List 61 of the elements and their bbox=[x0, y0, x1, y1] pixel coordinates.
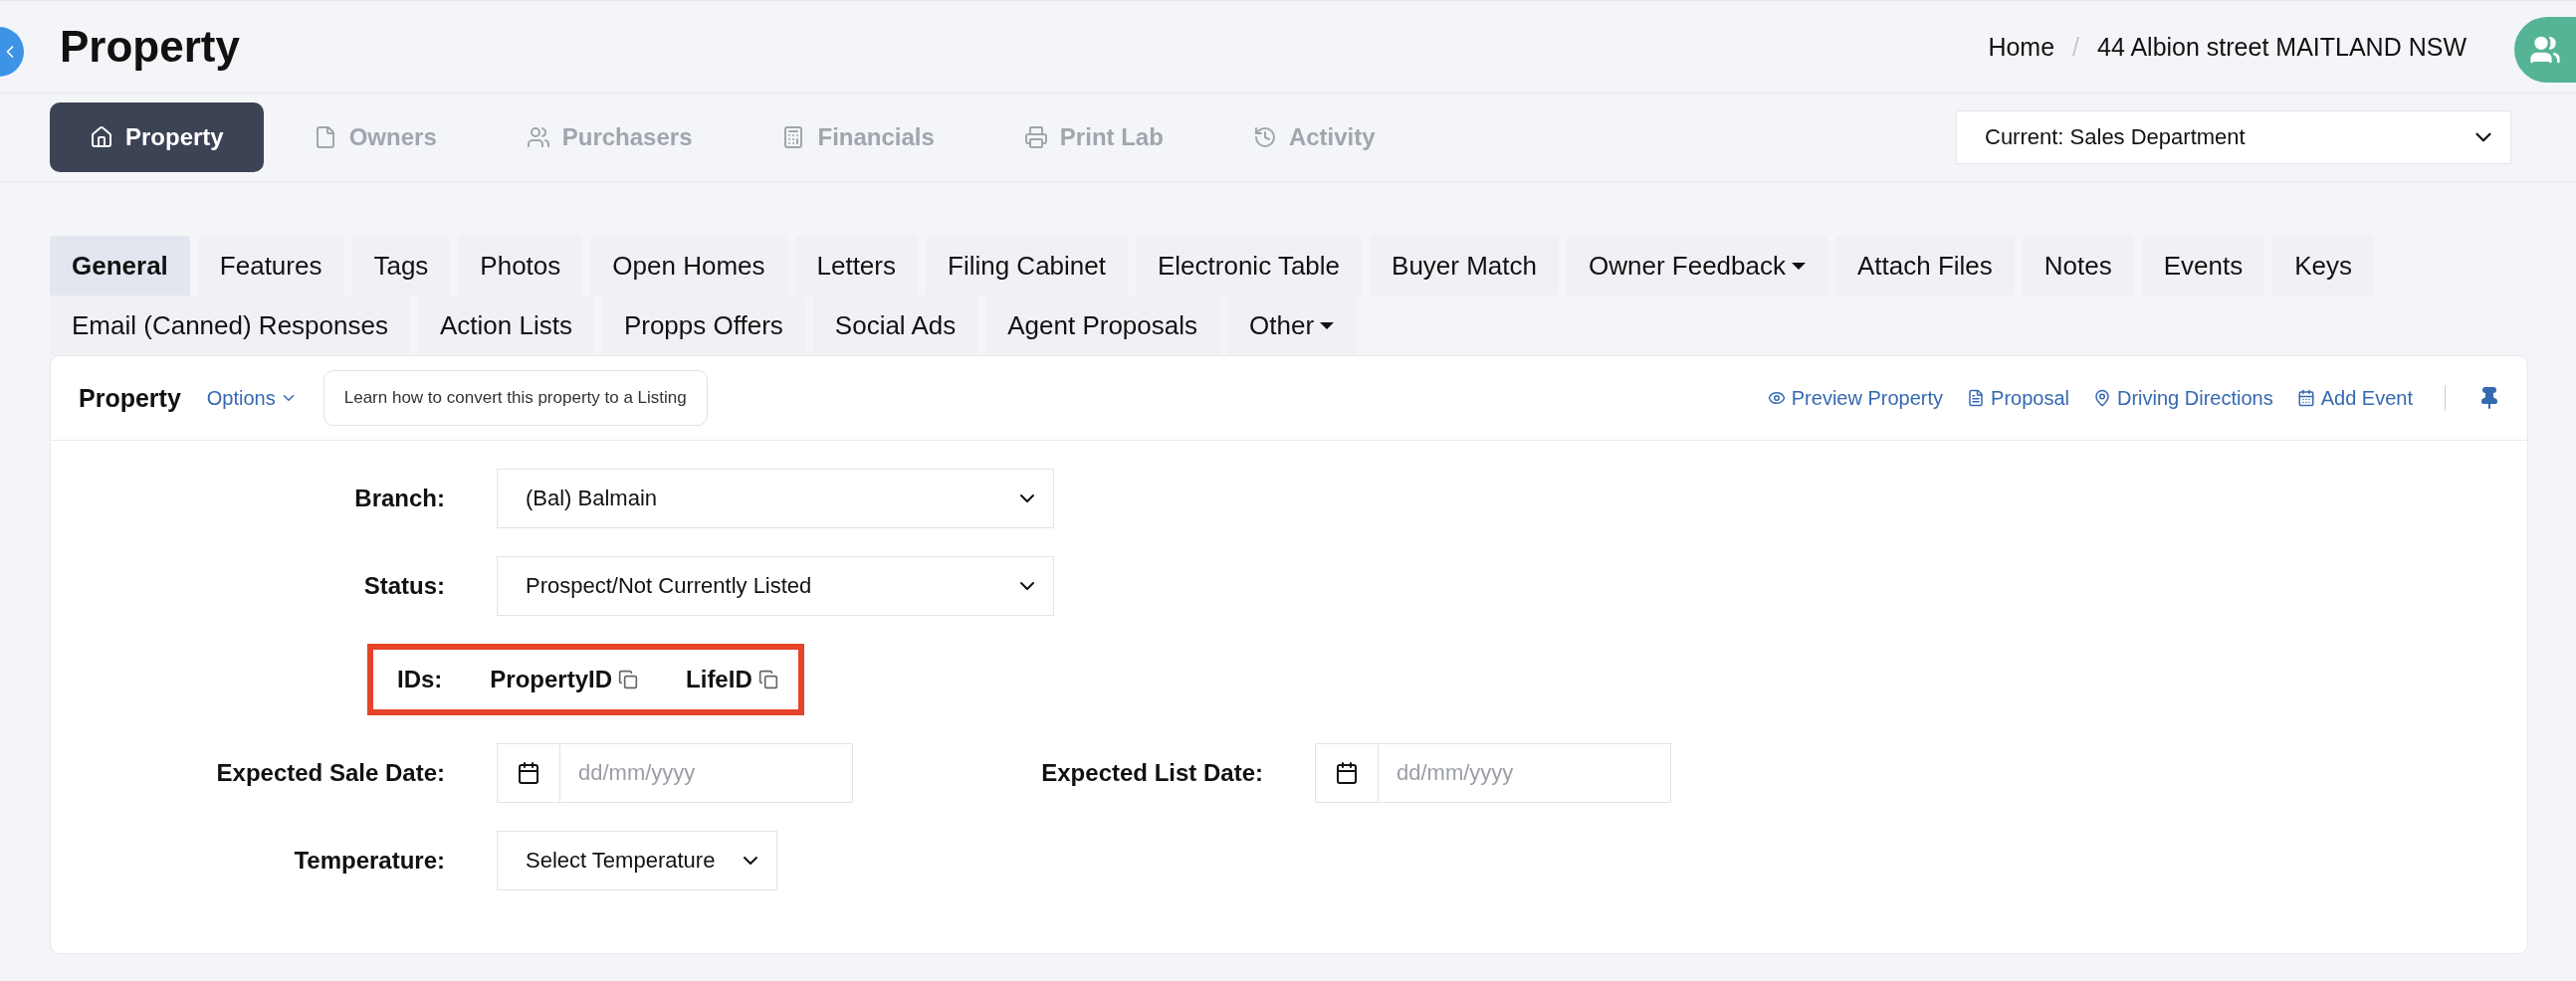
date-input[interactable]: dd/mm/yyyy bbox=[560, 743, 853, 803]
calendar-button[interactable] bbox=[497, 743, 560, 803]
section-tab[interactable]: Features bbox=[197, 236, 344, 295]
users-icon bbox=[526, 125, 550, 149]
card-title: Property bbox=[79, 383, 181, 413]
breadcrumb-link[interactable]: 44 Albion street MAITLAND NSW bbox=[2097, 32, 2467, 62]
section-tab[interactable]: Email (Canned) Responses bbox=[50, 295, 410, 355]
branch-select[interactable]: (Bal) Balmain bbox=[497, 469, 1054, 528]
action-link[interactable]: Driving Directions bbox=[2093, 386, 2273, 410]
department-select[interactable]: Current: Sales Department bbox=[1956, 110, 2511, 164]
section-tab[interactable]: Buyer Match bbox=[1370, 236, 1559, 295]
page-title: Property bbox=[60, 22, 240, 72]
calendar-icon bbox=[1335, 761, 1359, 785]
breadcrumb-separator: / bbox=[2072, 32, 2080, 62]
field-label: Temperature: bbox=[294, 847, 445, 875]
date-input[interactable]: dd/mm/yyyy bbox=[1379, 743, 1671, 803]
section-tab[interactable]: Filing Cabinet bbox=[926, 236, 1128, 295]
users-icon bbox=[2529, 34, 2561, 66]
section-tab[interactable]: Tags bbox=[351, 236, 451, 295]
section-tab[interactable]: Open Homes bbox=[590, 236, 787, 295]
field-label: IDs: bbox=[397, 666, 443, 693]
copy-icon[interactable] bbox=[618, 670, 639, 689]
action-link[interactable]: Proposal bbox=[1967, 386, 2069, 410]
section-tab[interactable]: General bbox=[50, 236, 190, 295]
history-icon bbox=[1252, 125, 1277, 149]
pin-icon bbox=[2093, 389, 2111, 407]
field-label: Expected Sale Date: bbox=[216, 759, 445, 787]
action-link[interactable]: Preview Property bbox=[1767, 386, 1944, 410]
section-tab[interactable]: Propps Offers bbox=[601, 295, 805, 355]
section-tab[interactable]: Notes bbox=[2022, 236, 2134, 295]
home-icon bbox=[90, 125, 113, 149]
section-tab[interactable]: Events bbox=[2141, 236, 2265, 295]
nav-tab[interactable]: Property bbox=[50, 102, 264, 172]
eye-icon bbox=[1767, 389, 1786, 407]
section-tab[interactable]: Electronic Table bbox=[1136, 236, 1363, 295]
section-tab[interactable]: Photos bbox=[458, 236, 583, 295]
temperature-select[interactable]: Select Temperature bbox=[497, 831, 777, 890]
help-button[interactable]: Learn how to convert this property to a Listing bbox=[322, 370, 708, 426]
field-label: Expected List Date: bbox=[1041, 759, 1263, 787]
section-tab[interactable]: Social Ads bbox=[812, 295, 978, 355]
id-label: PropertyID bbox=[490, 666, 613, 693]
id-label: LifeID bbox=[686, 666, 752, 693]
file-icon bbox=[1967, 389, 1986, 407]
copy-icon[interactable] bbox=[757, 670, 778, 689]
calendar-icon bbox=[517, 761, 540, 785]
section-tab[interactable]: Action Lists bbox=[417, 295, 594, 355]
status-select[interactable]: Prospect/Not Currently Listed bbox=[497, 556, 1054, 616]
section-tab[interactable]: Owner Feedback bbox=[1567, 236, 1827, 295]
section-tab[interactable]: Keys bbox=[2272, 236, 2375, 295]
section-tab[interactable]: Agent Proposals bbox=[985, 295, 1220, 355]
options-link[interactable]: Options bbox=[206, 386, 298, 410]
field-label: Status: bbox=[363, 572, 445, 600]
section-tab[interactable]: Attach Files bbox=[1835, 236, 2015, 295]
breadcrumb-link[interactable]: Home bbox=[1988, 32, 2055, 62]
calendar-button[interactable] bbox=[1315, 743, 1379, 803]
printer-icon bbox=[1023, 125, 1048, 149]
field-label: Branch: bbox=[354, 485, 445, 512]
action-link[interactable]: Add Event bbox=[2296, 386, 2413, 410]
calendar-icon bbox=[2296, 389, 2315, 407]
section-tab[interactable]: Other bbox=[1227, 295, 1357, 355]
section-tab[interactable]: Letters bbox=[794, 236, 918, 295]
